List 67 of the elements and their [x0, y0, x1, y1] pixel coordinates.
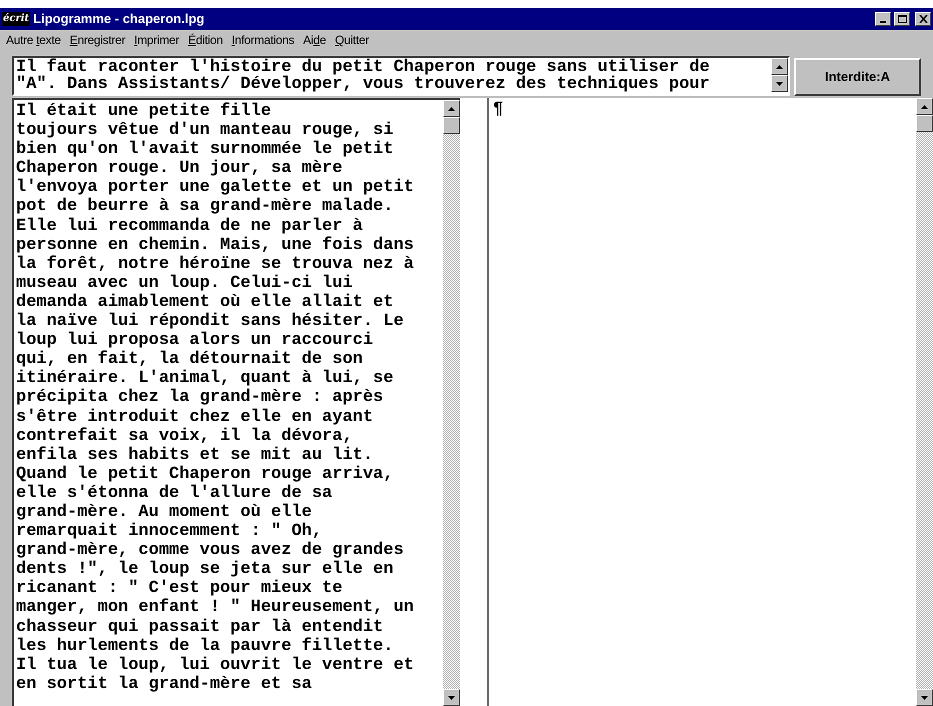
text-line: bien qu'on l'avait surnommée le petit	[16, 140, 394, 160]
up-arrow-icon	[776, 64, 783, 68]
maximize-icon	[898, 15, 906, 23]
instruction-text: Il faut raconter l'histoire du petit Chaperon rouge sans utiliser de	[16, 59, 711, 76]
text-line: la naïve lui répondit sans hésiter. Le	[16, 312, 404, 332]
text-line: la forêt, notre héroïne se trouva nez à	[16, 254, 414, 274]
text-line: toujours vêtue d'un manteau rouge, si	[16, 121, 394, 140]
menu-item[interactable]: Autre texte	[6, 32, 61, 48]
source-text-pane[interactable]	[12, 98, 460, 706]
menu-item[interactable]: Enregistrer	[70, 32, 126, 48]
text-line: l'envoya porter une galette et un petit	[16, 178, 414, 198]
scroll-up-button[interactable]	[771, 58, 788, 75]
text-line: ricanant : " C'est pour mieux te	[16, 579, 342, 598]
menu-item[interactable]: Imprimer	[134, 32, 180, 48]
scroll-thumb[interactable]	[916, 115, 933, 132]
menu-item[interactable]: Informations	[232, 32, 294, 48]
text-line: demanda aimablement où elle allait et	[16, 292, 394, 312]
text-line: qui, en fait, la détournait de son	[16, 350, 363, 370]
text-line: les hurlements de la pauvre fillette.	[16, 636, 394, 656]
scroll-thumb[interactable]	[443, 117, 460, 134]
vertical-scrollbar[interactable]	[916, 98, 933, 706]
scroll-up-button[interactable]	[916, 98, 933, 115]
text-line: dents !", le loup se jeta sur elle en	[16, 560, 394, 580]
text-line: Il tua le loup, lui ouvrit le ventre et	[16, 656, 414, 675]
paragraph-mark: ¶	[493, 100, 504, 119]
scroll-down-button[interactable]	[916, 689, 933, 706]
minimize-button[interactable]	[875, 12, 891, 26]
down-arrow-icon	[921, 696, 928, 700]
menu-item[interactable]: Édition	[188, 32, 223, 48]
text-line: enfila ses habits et se mit au lit.	[16, 446, 374, 465]
up-arrow-icon	[448, 106, 455, 110]
menu-item[interactable]: Quitter	[335, 32, 369, 48]
rewrite-pane[interactable]: ¶	[460, 98, 933, 706]
text-line: itinéraire. L'animal, quant à lui, se	[16, 369, 394, 388]
text-line: Il était une petite fille	[16, 102, 272, 122]
maximize-button[interactable]	[894, 12, 910, 26]
text-line: s'être introduit chez elle en ayant	[16, 408, 374, 427]
text-line: loup lui proposa alors un raccourci	[16, 331, 374, 350]
text-line: museau avec un loup. Celui-ci lui	[16, 274, 353, 293]
text-line: précipita chez la grand-mère : après	[16, 388, 384, 408]
app-icon: écrit	[2, 12, 30, 26]
text-line: Elle lui recommanda de ne parler à	[16, 216, 363, 236]
down-arrow-icon	[448, 696, 455, 700]
text-line: pot de beurre à sa grand-mère malade.	[16, 197, 394, 217]
close-icon	[918, 15, 928, 23]
down-arrow-icon	[776, 82, 783, 86]
text-line: personne en chemin. Mais, une fois dans	[16, 236, 414, 255]
close-button[interactable]	[915, 12, 931, 26]
text-line: contrefait sa voix, il la dévora,	[16, 426, 353, 446]
forbidden-letter-button[interactable]: Interdite:A	[794, 58, 921, 96]
text-line: Chaperon rouge. Un jour, sa mère	[16, 159, 342, 178]
text-line: en sortit la grand-mère et sa	[16, 674, 312, 694]
text-line: Quand le petit Chaperon rouge arriva,	[16, 464, 394, 484]
text-line: elle s'étonna de l'allure de sa	[16, 484, 332, 503]
instruction-text: "A". Dans Assistants/ Développer, vous trouverez des techniques pour	[16, 76, 711, 93]
text-line: grand-mère, comme vous avez de grandes	[16, 541, 404, 560]
scroll-up-button[interactable]	[443, 100, 460, 117]
up-arrow-icon	[921, 104, 928, 108]
window-title: Lipogramme - chaperon.lpg	[33, 10, 204, 28]
text-line: manger, mon enfant ! " Heureusement, un	[16, 598, 414, 618]
text-line: chasseur qui passait par là entendit	[16, 618, 384, 637]
menu-item[interactable]: Aide	[303, 32, 326, 48]
vertical-scrollbar[interactable]	[443, 100, 460, 706]
scroll-down-button[interactable]	[443, 689, 460, 706]
text-line: remarquait innocemment : " Oh,	[16, 522, 322, 542]
scroll-down-button[interactable]	[771, 75, 788, 92]
text-line: grand-mère. Au moment où elle	[16, 502, 312, 522]
